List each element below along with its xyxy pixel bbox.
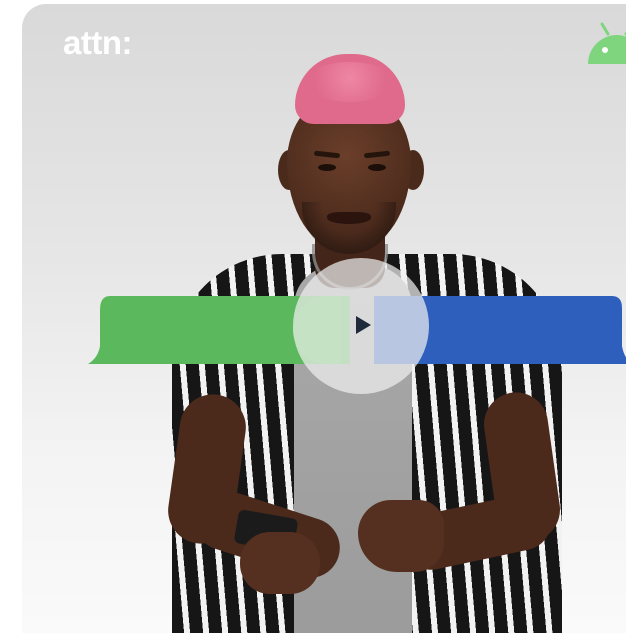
left-eye <box>318 164 336 171</box>
left-hand <box>240 532 320 594</box>
right-hand <box>358 500 444 572</box>
android-robot-icon <box>588 22 626 64</box>
video-player[interactable]: attn: <box>22 4 626 633</box>
play-button[interactable] <box>293 258 429 394</box>
pink-hair <box>295 54 405 124</box>
play-icon <box>356 316 371 334</box>
attn-logo: attn: <box>63 24 132 61</box>
right-eye <box>368 164 386 171</box>
video-frame: attn: <box>22 4 626 633</box>
mouth <box>327 212 371 224</box>
